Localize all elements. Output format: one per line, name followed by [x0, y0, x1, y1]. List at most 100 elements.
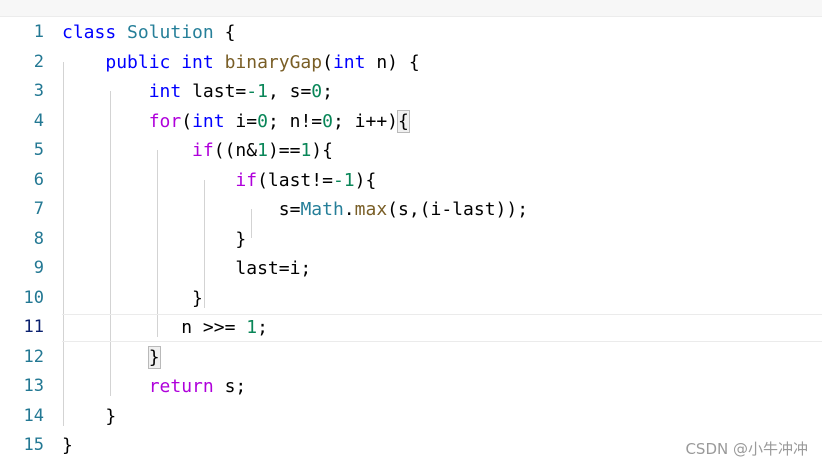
- code-token: ;: [322, 81, 333, 102]
- code-token: ){: [311, 140, 333, 161]
- line-number: 7: [33, 199, 44, 219]
- code-text: s=Math.max(s,(i-last));: [62, 195, 528, 225]
- code-line[interactable]: 3 int last=-1, s=0;: [0, 77, 822, 107]
- code-line[interactable]: 9 last=i;: [0, 254, 822, 284]
- csdn-watermark: CSDN @小牛冲冲: [685, 440, 808, 458]
- editor-top-bar: [0, 0, 822, 17]
- code-token: int: [181, 51, 225, 73]
- code-line[interactable]: 4 for(int i=0; n!=0; i++){: [0, 107, 822, 137]
- code-editor[interactable]: 1 class Solution {2 public int binaryGap(…: [0, 18, 822, 467]
- line-number: 15: [23, 435, 44, 455]
- code-token: (last!=: [257, 169, 333, 191]
- code-text: public int binaryGap(int n) {: [62, 48, 419, 78]
- code-token: int: [148, 81, 193, 102]
- code-token: .: [343, 199, 355, 220]
- code-token: {: [213, 22, 236, 43]
- code-line[interactable]: 5 if((n&1)==1){: [0, 136, 822, 166]
- code-line[interactable]: 8 }: [0, 225, 822, 255]
- code-line[interactable]: 11 n >>= 1;: [0, 313, 822, 343]
- code-token: max: [354, 199, 388, 220]
- code-text: }: [62, 284, 203, 314]
- code-token: ){: [354, 169, 377, 191]
- code-line[interactable]: 13 return s;: [0, 372, 822, 402]
- code-token: }: [147, 345, 161, 369]
- code-token: 0: [257, 110, 268, 132]
- code-token: -1: [332, 169, 355, 191]
- code-text: last=i;: [62, 254, 311, 284]
- code-token: 1: [257, 140, 268, 161]
- code-line[interactable]: 2 public int binaryGap(int n) {: [0, 48, 822, 78]
- code-line[interactable]: 6 if(last!=-1){: [0, 166, 822, 196]
- code-text: }: [62, 225, 246, 255]
- code-token: i=: [235, 110, 258, 132]
- code-token: s=: [278, 199, 301, 220]
- code-line[interactable]: 12 }: [0, 343, 822, 373]
- line-number: 9: [33, 258, 44, 278]
- code-token: 1: [300, 140, 312, 161]
- code-token: , s=: [267, 81, 312, 102]
- line-number: 3: [33, 81, 44, 101]
- code-text: n >>= 1;: [62, 313, 268, 343]
- code-line[interactable]: 10 }: [0, 284, 822, 314]
- code-text: if(last!=-1){: [62, 166, 376, 196]
- code-line[interactable]: 7 s=Math.max(s,(i-last));: [0, 195, 822, 225]
- code-token: if: [235, 169, 258, 191]
- line-number: 14: [23, 405, 44, 426]
- line-number: 2: [33, 51, 44, 72]
- code-token: binaryGap: [224, 51, 323, 73]
- code-line[interactable]: 1 class Solution {: [0, 18, 822, 48]
- code-text: }: [62, 343, 161, 373]
- code-token: }: [235, 228, 247, 250]
- code-token: 0: [311, 81, 323, 102]
- code-token: s;: [224, 376, 247, 397]
- code-token: }: [192, 287, 203, 309]
- code-token: Solution: [127, 22, 214, 43]
- code-token: if: [192, 140, 214, 161]
- code-token: }: [62, 435, 73, 456]
- code-token: return: [148, 376, 225, 397]
- code-token: ; i++): [332, 110, 399, 132]
- code-token: }: [105, 405, 117, 427]
- line-number: 12: [23, 346, 44, 367]
- code-token: (: [181, 110, 193, 132]
- code-token: 1: [246, 317, 258, 338]
- code-text: }: [62, 431, 73, 461]
- code-token: int: [332, 51, 377, 73]
- code-line[interactable]: 14 }: [0, 402, 822, 432]
- code-text: }: [62, 402, 116, 432]
- line-number: 11: [23, 317, 44, 337]
- code-text: for(int i=0; n!=0; i++){: [62, 107, 410, 137]
- line-number: 8: [33, 228, 44, 249]
- code-text: int last=-1, s=0;: [62, 77, 333, 107]
- code-token: last=i;: [235, 258, 312, 279]
- code-text: return s;: [62, 372, 247, 402]
- code-token: int: [192, 110, 236, 132]
- code-token: -1: [246, 81, 268, 102]
- code-token: (s,(i-last));: [387, 199, 529, 220]
- line-number: 10: [23, 287, 44, 308]
- code-token: for: [148, 110, 182, 132]
- code-token: 0: [322, 110, 333, 132]
- code-text: if((n&1)==1){: [62, 136, 333, 166]
- code-token: )==: [267, 140, 301, 161]
- line-number: 13: [23, 376, 44, 396]
- code-token: n >>=: [181, 317, 247, 338]
- code-token: class: [62, 22, 128, 43]
- code-token: ; n!=: [267, 110, 323, 132]
- code-text: class Solution {: [62, 18, 235, 48]
- line-number: 4: [33, 110, 44, 131]
- line-number: 1: [33, 22, 44, 42]
- code-token: (: [322, 51, 333, 73]
- code-token: {: [397, 109, 410, 133]
- code-token: ((n&: [213, 140, 258, 161]
